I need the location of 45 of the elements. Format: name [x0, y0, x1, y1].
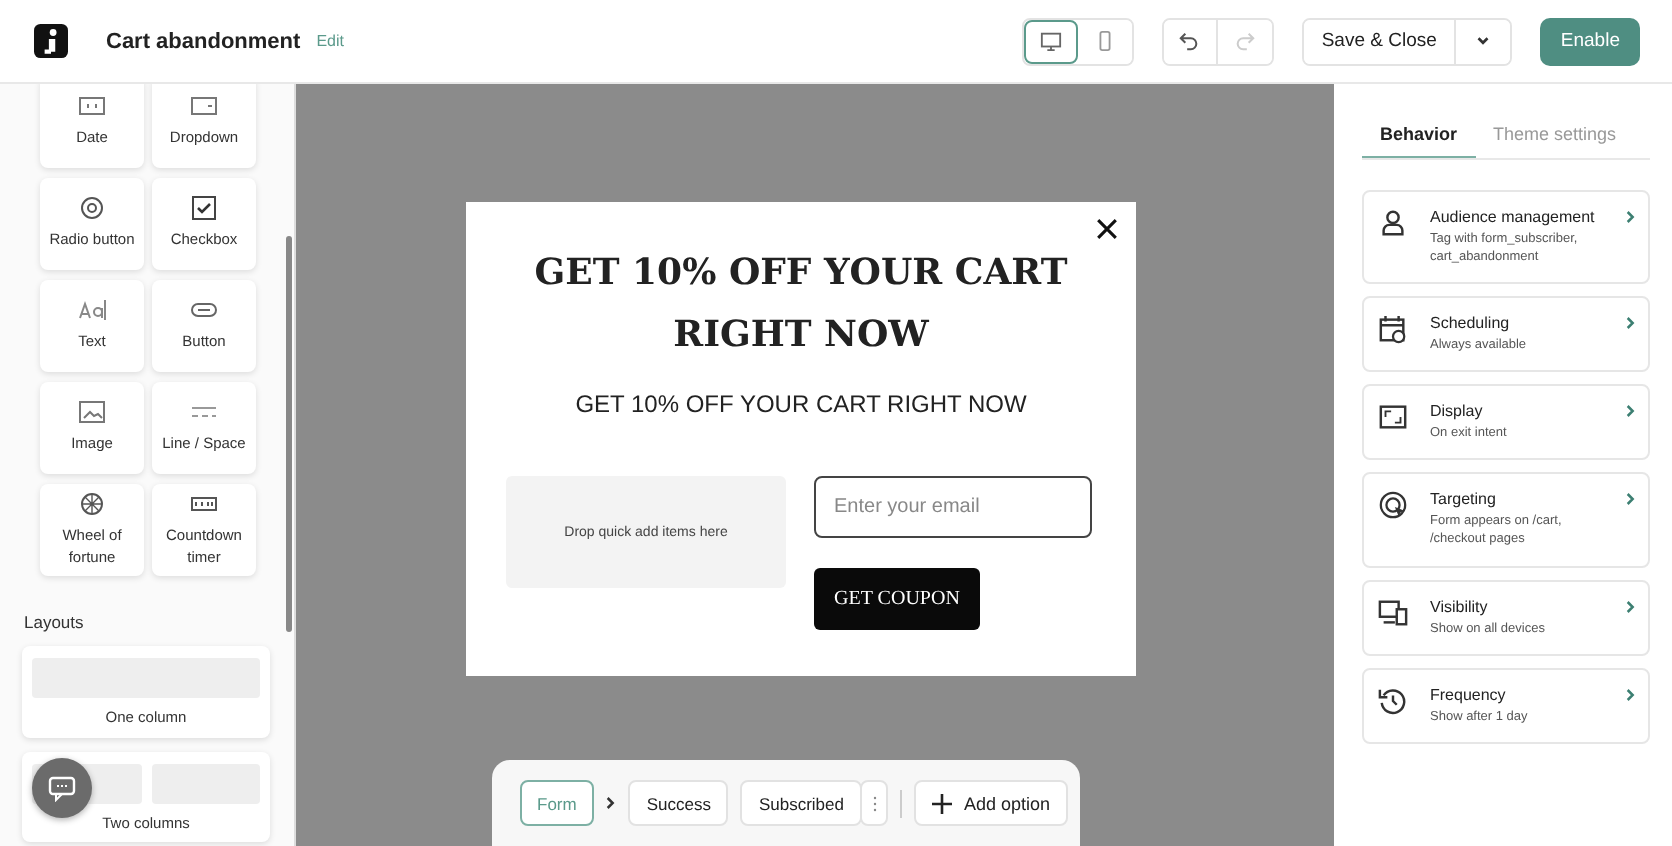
email-field[interactable]: Enter your email [814, 476, 1092, 538]
monitor-icon [1039, 30, 1062, 52]
save-close-button[interactable]: Save & Close [1303, 19, 1457, 63]
close-icon[interactable] [1096, 218, 1118, 240]
enable-button[interactable]: Enable [1540, 17, 1640, 65]
person-icon [1378, 208, 1408, 238]
popup-subheadline: GET 10% OFF YOUR CART RIGHT NOW [575, 390, 1027, 418]
popup-headline: GET 10% OFF YOUR CART RIGHT NOW [532, 250, 1070, 360]
history-icon [1378, 685, 1408, 716]
desktop-view-button[interactable] [1023, 19, 1078, 63]
chevron-icon [1626, 404, 1636, 419]
checkbox-block-icon [190, 196, 218, 221]
form-title: Cart abandonment [106, 29, 301, 53]
devices-icon [1378, 597, 1408, 628]
image-block-icon [78, 400, 106, 425]
redo-icon [1233, 30, 1256, 52]
scrollbar[interactable] [286, 236, 292, 632]
logo-icon [34, 24, 68, 58]
add-option-button[interactable]: Add option [914, 780, 1069, 826]
undo-button[interactable] [1163, 19, 1218, 63]
step-tab[interactable]: Success [628, 780, 729, 826]
dropdown-block-icon [190, 94, 218, 119]
text-block-icon [78, 298, 106, 323]
plus-icon [932, 793, 952, 813]
chevron-icon [606, 796, 617, 810]
step-tab[interactable]: Subscribed [740, 780, 862, 826]
chevron-icon [1626, 492, 1636, 507]
radio-block-icon [78, 196, 106, 221]
chevron-icon [1626, 599, 1636, 614]
chevron-icon [1626, 687, 1636, 702]
caret-icon [1474, 32, 1493, 50]
target-icon [1378, 490, 1408, 521]
calendar-icon [1378, 314, 1408, 345]
get-coupon-button[interactable]: GET COUPON [814, 568, 980, 630]
undo-icon [1178, 30, 1201, 52]
panel-tab[interactable]: Behavior [1362, 116, 1476, 158]
wheel-block-icon [78, 492, 106, 516]
resize-icon [1378, 402, 1408, 433]
timer-block-icon [190, 492, 218, 516]
date-block-icon [78, 94, 106, 119]
chevron-icon [1626, 210, 1636, 224]
button-block-icon [190, 298, 218, 323]
chevron-icon [1626, 316, 1636, 331]
chat-icon [48, 774, 76, 802]
section-heading: Layouts [24, 612, 86, 632]
